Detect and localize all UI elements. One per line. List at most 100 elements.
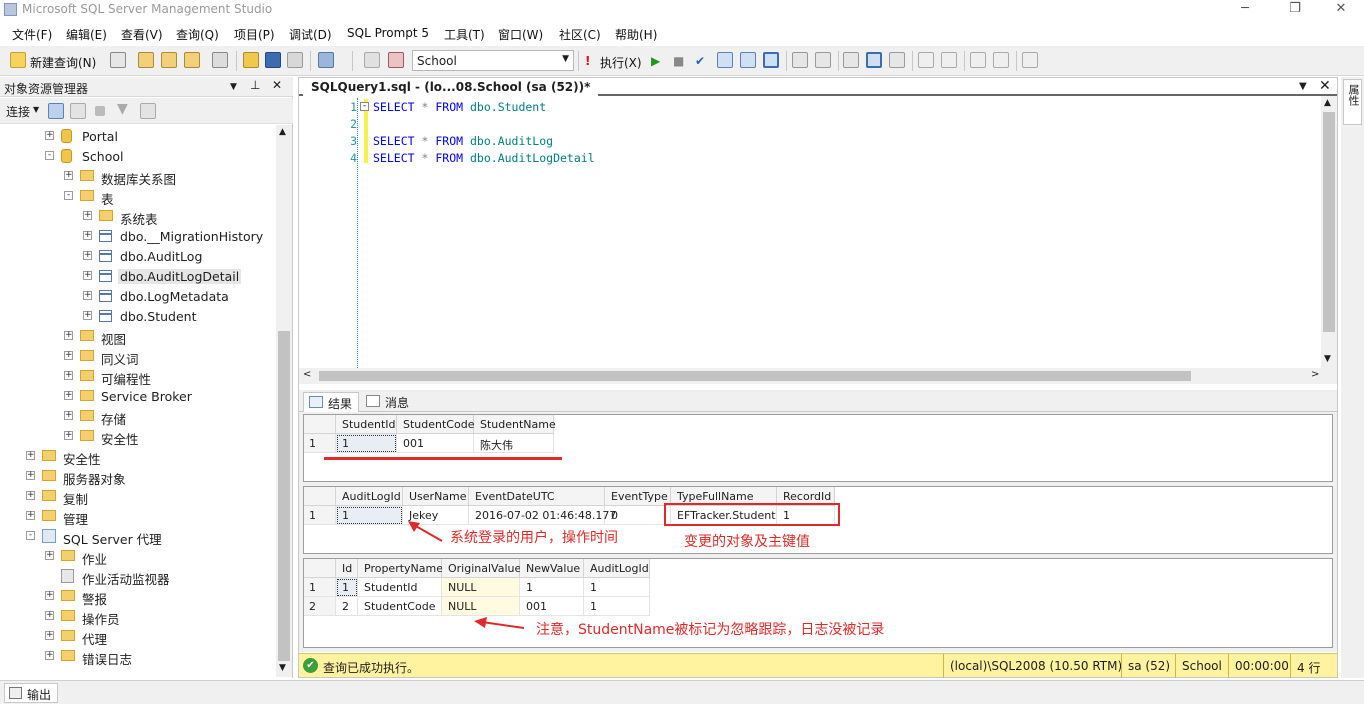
expand-icon[interactable]: +	[26, 451, 35, 460]
tree-node[interactable]: + 系统表	[0, 207, 276, 227]
expand-icon[interactable]: +	[45, 131, 54, 140]
grid-cell[interactable]: 2016-07-02 01:46:48.177	[469, 506, 616, 525]
menu-file[interactable]: 文件(F)	[12, 26, 52, 43]
menu-query[interactable]: 查询(Q)	[176, 26, 219, 43]
tab-messages[interactable]: 消息	[361, 392, 415, 412]
column-header[interactable]: StudentCode	[397, 415, 474, 434]
properties-tab[interactable]: 属性	[1343, 79, 1362, 125]
row-number[interactable]: 2	[304, 597, 336, 616]
menu-window[interactable]: 窗口(W)	[498, 26, 543, 43]
tree-node[interactable]: + 作业	[0, 547, 276, 567]
new-query-button[interactable]: 新建查询(N)	[30, 54, 96, 71]
tab-dropdown-icon[interactable]: ▼	[1299, 81, 1307, 92]
column-header[interactable]: StudentId	[336, 415, 397, 434]
grid-cell[interactable]: 1	[336, 578, 358, 597]
results-grid-auditlogdetail[interactable]: Id PropertyName OriginalValue NewValue A…	[303, 558, 1333, 648]
expand-icon[interactable]: +	[83, 271, 92, 280]
expand-icon[interactable]: +	[26, 471, 35, 480]
grid-cell[interactable]: 1	[520, 578, 584, 597]
results-to-file-icon[interactable]	[889, 52, 905, 68]
expand-icon[interactable]: +	[64, 331, 73, 340]
menu-tools[interactable]: 工具(T)	[444, 26, 485, 43]
tree-node[interactable]: + 视图	[0, 327, 276, 347]
menu-sql-prompt[interactable]: SQL Prompt 5	[347, 26, 429, 40]
execute-button[interactable]: 执行(X)	[600, 54, 642, 71]
menu-edit[interactable]: 编辑(E)	[66, 26, 107, 43]
expand-icon[interactable]: +	[45, 611, 54, 620]
decrease-indent-icon[interactable]	[970, 52, 986, 68]
menu-project[interactable]: 项目(P)	[234, 26, 275, 43]
collapse-icon[interactable]: -	[45, 151, 54, 160]
grid-cell[interactable]: 001	[520, 597, 584, 616]
column-header[interactable]: StudentName	[474, 415, 556, 434]
scroll-right-icon[interactable]: >	[1311, 369, 1319, 380]
expand-icon[interactable]: +	[83, 251, 92, 260]
expand-icon[interactable]: +	[26, 511, 35, 520]
expand-icon[interactable]: +	[64, 171, 73, 180]
tree-node[interactable]: 作业活动监视器	[0, 567, 276, 587]
tree-node[interactable]: + dbo.__MigrationHistory	[0, 227, 276, 247]
tree-node[interactable]: + 代理	[0, 627, 276, 647]
column-header[interactable]: NewValue	[520, 559, 584, 578]
expand-icon[interactable]: +	[64, 411, 73, 420]
filter-icon[interactable]: ▼	[117, 101, 128, 117]
collapse-icon[interactable]: -	[64, 191, 73, 200]
column-header[interactable]: EventType	[605, 487, 671, 506]
tree-node[interactable]: + 数据库关系图	[0, 167, 276, 187]
tree-node[interactable]: + dbo.AuditLogDetail	[0, 267, 276, 287]
analysis-query-icon[interactable]	[161, 52, 177, 68]
expand-icon[interactable]: +	[83, 231, 92, 240]
expand-icon[interactable]: +	[64, 351, 73, 360]
tab-close-icon[interactable]: ✕	[1319, 78, 1331, 94]
column-header[interactable]: AuditLogId	[336, 487, 403, 506]
tree-node[interactable]: + dbo.Student	[0, 307, 276, 327]
close-button[interactable]: ✕	[1326, 0, 1356, 20]
row-number[interactable]: 1	[304, 434, 336, 453]
pane-close-icon[interactable]: ✕	[272, 78, 282, 92]
tree-node[interactable]: + 复制	[0, 487, 276, 507]
grid-cell[interactable]: 1	[336, 506, 403, 525]
include-plan-icon[interactable]	[792, 52, 808, 68]
expand-icon[interactable]: +	[83, 211, 92, 220]
tab-results[interactable]: 结果	[303, 392, 360, 412]
specify-values-icon[interactable]	[1022, 52, 1038, 68]
activity-monitor-icon[interactable]	[318, 52, 334, 68]
column-header[interactable]: OriginalValue	[442, 559, 521, 578]
tree-node[interactable]: + 安全性	[0, 427, 276, 447]
mdx-query-icon[interactable]	[184, 52, 200, 68]
disconnect-server-icon[interactable]	[70, 103, 86, 119]
results-to-grid-icon[interactable]	[763, 52, 779, 68]
grid-cell[interactable]: NULL	[442, 597, 520, 616]
grid-cell[interactable]: 001	[397, 434, 474, 453]
results-grid-student[interactable]: StudentId StudentCode StudentName 1 1 00…	[303, 414, 1333, 482]
expand-icon[interactable]: +	[26, 491, 35, 500]
row-number[interactable]: 1	[304, 506, 336, 525]
object-explorer-scrollbar[interactable]: ▲ ▼	[276, 125, 292, 677]
tree-node[interactable]: + 服务器对象	[0, 467, 276, 487]
increase-indent-icon[interactable]	[993, 52, 1009, 68]
tree-node[interactable]: + dbo.LogMetadata	[0, 287, 276, 307]
comment-icon[interactable]	[918, 52, 934, 68]
grid-cell[interactable]: NULL	[442, 578, 520, 597]
expand-icon[interactable]: +	[64, 371, 73, 380]
pane-menu-icon[interactable]: ▼	[230, 82, 237, 92]
scrollbar-thumb[interactable]	[1323, 112, 1335, 332]
client-stats-icon[interactable]	[815, 52, 831, 68]
tree-node[interactable]: + Service Broker	[0, 387, 276, 407]
print-icon[interactable]	[287, 52, 303, 68]
results-grid-toggle-icon[interactable]	[866, 52, 882, 68]
expand-icon[interactable]: +	[83, 311, 92, 320]
restore-button[interactable]: ❐	[1280, 0, 1310, 20]
results-grid-auditlog[interactable]: AuditLogId UserName EventDateUTC EventTy…	[303, 486, 1333, 554]
tree-node[interactable]: + 可编程性	[0, 367, 276, 387]
code-horizontal-scrollbar[interactable]: < >	[299, 368, 1337, 384]
scrollbar-thumb[interactable]	[278, 331, 290, 661]
grid-cell[interactable]: 2	[336, 597, 358, 616]
tree-node[interactable]: + 管理	[0, 507, 276, 527]
collapse-icon[interactable]: -	[360, 102, 369, 111]
output-tab[interactable]: 输出	[4, 683, 59, 703]
scrollbar-thumb[interactable]	[319, 371, 1191, 381]
tree-node[interactable]: + 存储	[0, 407, 276, 427]
tree-node[interactable]: + 操作员	[0, 607, 276, 627]
pin-icon[interactable]: ⊥	[250, 78, 260, 92]
